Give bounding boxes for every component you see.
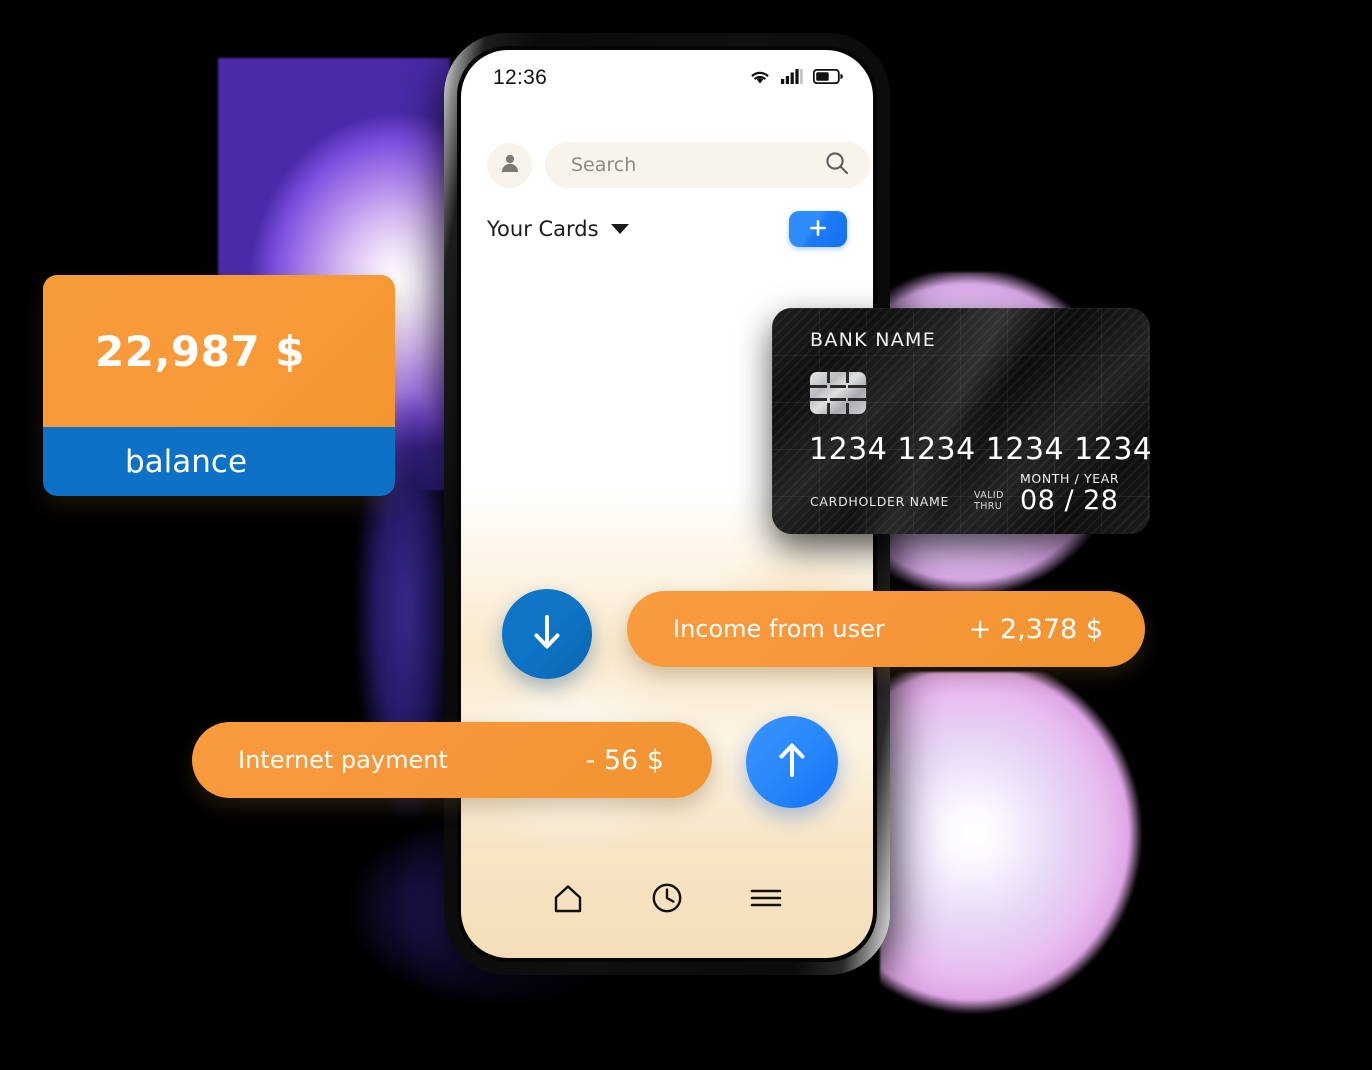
chevron-down-icon[interactable] <box>610 224 629 234</box>
arrow-up-icon <box>771 738 813 786</box>
credit-card-content: BANK NAME 1234 1234 1234 1234 CARDHOLDER… <box>772 308 1150 534</box>
add-card-button[interactable] <box>789 211 847 247</box>
balance-card[interactable]: 22,987 $ balance <box>43 275 395 496</box>
balance-amount-section: 22,987 $ <box>43 275 395 427</box>
battery-icon <box>812 68 843 88</box>
arrow-down-icon <box>526 610 568 658</box>
plus-icon <box>808 218 828 241</box>
your-cards-label: Your Cards <box>487 217 599 241</box>
balance-amount: 22,987 $ <box>95 326 305 376</box>
balance-label: balance <box>125 443 248 480</box>
transaction-row-internet-payment[interactable]: Internet payment - 56 $ <box>192 722 712 798</box>
transaction-amount: - 56 $ <box>585 744 664 776</box>
transaction-label: Income from user <box>673 615 885 643</box>
transaction-label: Internet payment <box>238 746 448 774</box>
emv-chip-icon <box>810 372 866 414</box>
home-icon <box>551 882 585 918</box>
magnifier-icon[interactable] <box>824 150 850 180</box>
your-cards-dropdown[interactable]: Your Cards <box>487 217 629 241</box>
status-bar-clock: 12:36 <box>493 66 548 89</box>
credit-card-expiry-label: MONTH / YEAR <box>1020 471 1120 486</box>
wifi-icon <box>749 68 771 89</box>
avatar[interactable] <box>487 142 532 188</box>
nav-menu-button[interactable] <box>743 880 789 920</box>
credit-card-expiry-value: 08 / 28 <box>1020 485 1119 516</box>
cards-header: Your Cards <box>487 211 847 247</box>
income-direction-button[interactable] <box>502 589 592 679</box>
credit-card-holder-name: CARDHOLDER NAME <box>810 494 950 509</box>
transaction-row-income[interactable]: Income from user + 2,378 $ <box>627 591 1145 667</box>
payment-direction-button[interactable] <box>746 716 838 808</box>
credit-card-number: 1234 1234 1234 1234 <box>809 432 1150 467</box>
valid-line-2: THRU <box>974 501 1003 512</box>
person-icon <box>498 151 522 179</box>
transaction-amount: + 2,378 $ <box>968 613 1103 645</box>
credit-card-bank-name: BANK NAME <box>810 329 937 351</box>
balance-label-section: balance <box>43 427 395 496</box>
credit-card-valid-thru-label: VALID THRU <box>974 490 1004 512</box>
bottom-navigation <box>461 880 873 920</box>
clock-history-icon <box>650 881 684 919</box>
credit-card-expiry-group: MONTH / YEAR 08 / 28 <box>1020 471 1119 516</box>
cellular-signal-icon <box>781 68 803 88</box>
nav-home-button[interactable] <box>545 880 591 920</box>
search-input[interactable] <box>571 154 814 176</box>
valid-line-1: VALID <box>974 490 1004 501</box>
nav-history-button[interactable] <box>644 880 690 920</box>
hamburger-menu-icon <box>749 885 783 915</box>
status-bar: 12:36 <box>461 50 873 106</box>
search-row <box>487 142 870 188</box>
status-bar-icons <box>749 68 843 89</box>
background-blob-right-bottom <box>880 672 1210 1032</box>
credit-card[interactable]: BANK NAME 1234 1234 1234 1234 CARDHOLDER… <box>772 308 1150 534</box>
search-bar[interactable] <box>545 142 870 188</box>
